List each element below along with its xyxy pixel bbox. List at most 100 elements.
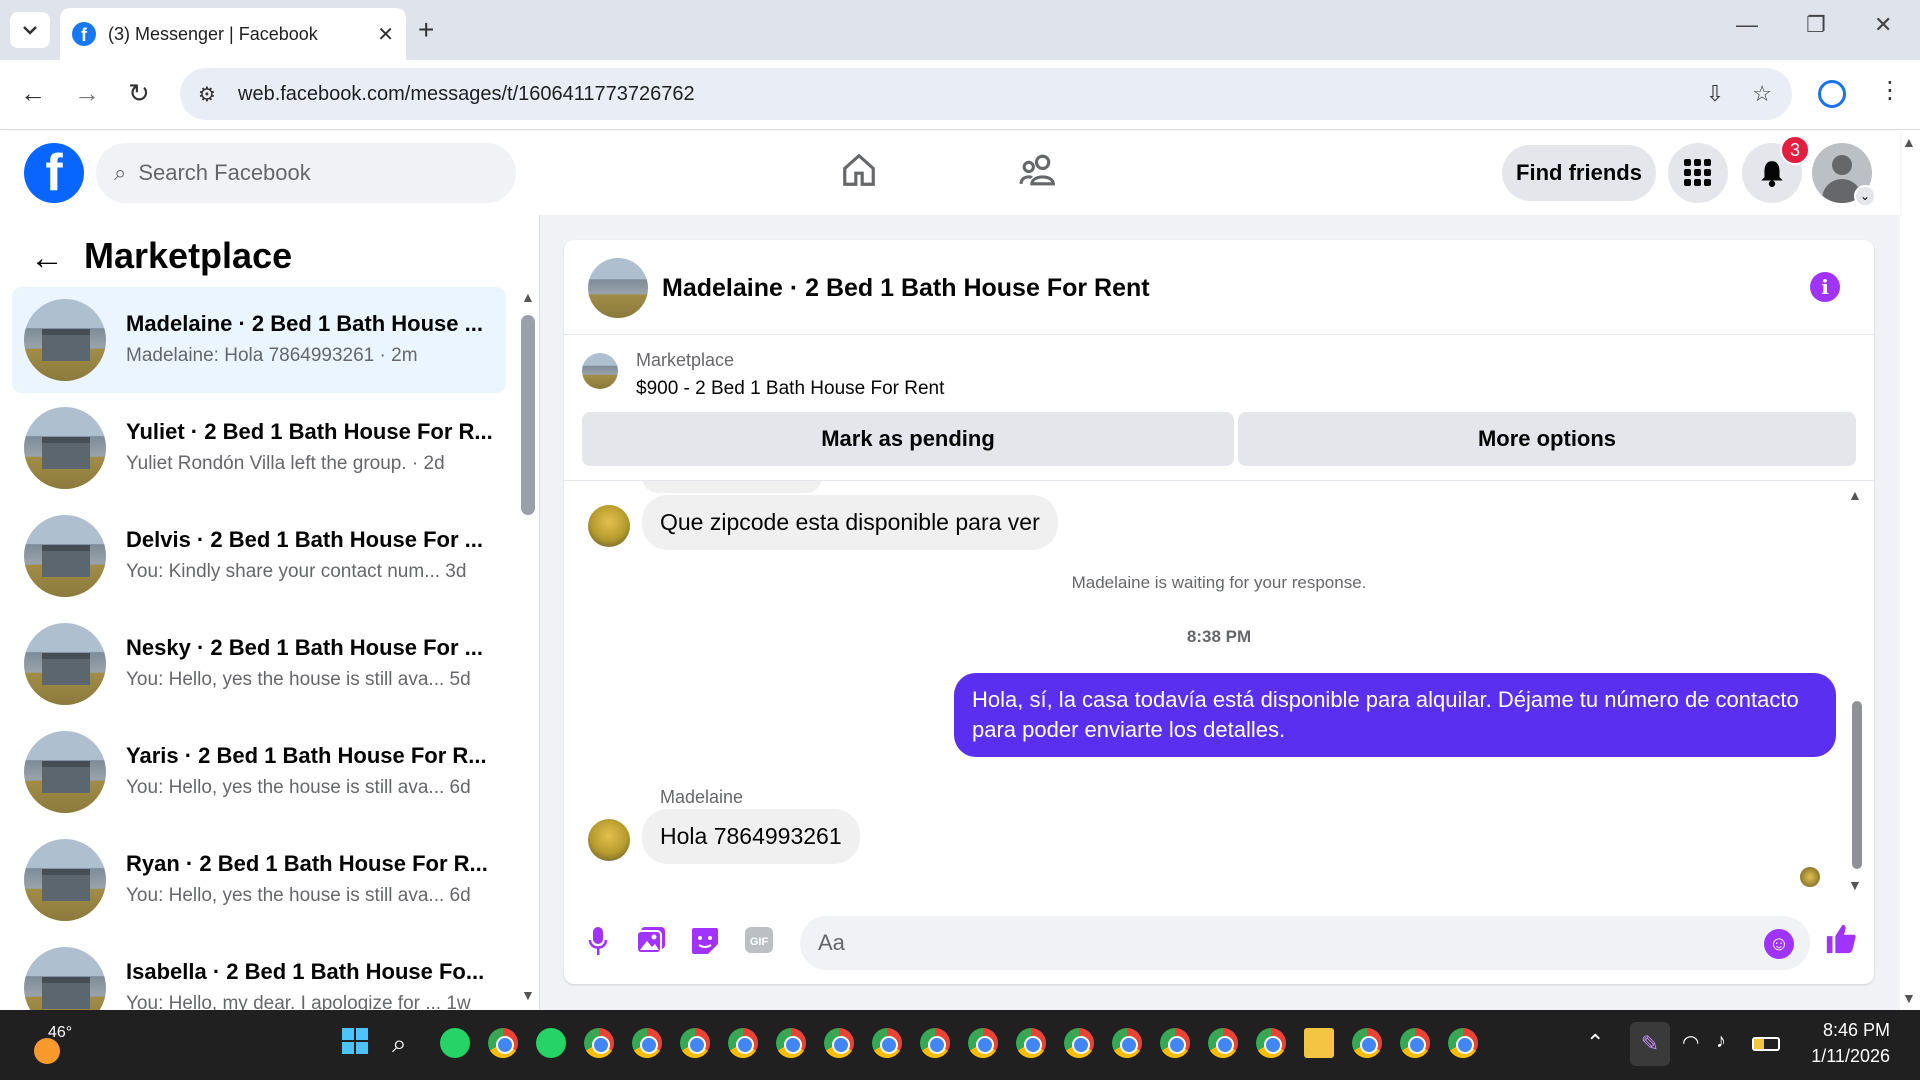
- microphone-icon[interactable]: [588, 926, 608, 963]
- browser-profile-icon[interactable]: [1818, 80, 1846, 108]
- chrome-icon[interactable]: [584, 1028, 614, 1058]
- marketplace-thumbnail[interactable]: [582, 353, 618, 389]
- gif-icon[interactable]: GIF: [744, 926, 774, 961]
- chrome-icon[interactable]: [1400, 1028, 1430, 1058]
- chrome-icon[interactable]: [1208, 1028, 1238, 1058]
- message-input[interactable]: Aa: [800, 916, 1810, 970]
- chrome-icon[interactable]: [968, 1028, 998, 1058]
- volume-icon[interactable]: ♪: [1716, 1030, 1726, 1053]
- browser-menu-icon[interactable]: ⋮: [1878, 76, 1902, 105]
- listing-title[interactable]: $900 - 2 Bed 1 Bath House For Rent: [636, 378, 944, 400]
- conversation-item[interactable]: Delvis · 2 Bed 1 Bath House For ... You:…: [12, 503, 506, 609]
- chrome-icon[interactable]: [728, 1028, 758, 1058]
- start-icon[interactable]: [342, 1028, 372, 1058]
- tray-chevron-icon[interactable]: ⌃: [1586, 1030, 1604, 1056]
- chrome-icon[interactable]: [680, 1028, 710, 1058]
- chevron-down-icon: [23, 26, 37, 35]
- browser-tab-bar: f (3) Messenger | Facebook ✕ + — ❐ ✕: [0, 0, 1920, 60]
- conversation-item[interactable]: Yuliet · 2 Bed 1 Bath House For R... Yul…: [12, 395, 506, 501]
- chrome-icon[interactable]: [1016, 1028, 1046, 1058]
- file-explorer-icon[interactable]: [1304, 1028, 1334, 1058]
- chrome-icon[interactable]: [1448, 1028, 1478, 1058]
- conversation-item[interactable]: Isabella · 2 Bed 1 Bath House Fo... You:…: [12, 935, 506, 1010]
- chat-panel: Madelaine · 2 Bed 1 Bath House For Rent …: [564, 240, 1874, 984]
- scroll-down-icon[interactable]: ▼: [521, 987, 535, 1003]
- conversation-item[interactable]: Ryan · 2 Bed 1 Bath House For R... You: …: [12, 827, 506, 933]
- facebook-header: f ⌕ Search Facebook Find friends 3 ⌄: [0, 131, 1900, 215]
- weather-widget[interactable]: 46°: [28, 1024, 72, 1064]
- browser-tab[interactable]: f (3) Messenger | Facebook ✕: [60, 8, 406, 60]
- info-icon[interactable]: i: [1810, 272, 1840, 302]
- sidebar-scrollbar[interactable]: [521, 315, 535, 515]
- bell-icon: [1761, 161, 1783, 187]
- back-icon[interactable]: ←: [20, 78, 46, 109]
- back-arrow-icon[interactable]: ←: [30, 239, 64, 278]
- install-app-icon[interactable]: ⇩: [1706, 81, 1724, 107]
- scroll-up-icon[interactable]: ▲: [521, 289, 535, 305]
- chrome-icon[interactable]: [1352, 1028, 1382, 1058]
- find-friends-button[interactable]: Find friends: [1502, 145, 1656, 201]
- friends-icon[interactable]: [1018, 151, 1058, 198]
- new-tab-button[interactable]: +: [418, 14, 434, 46]
- whatsapp-icon[interactable]: [440, 1028, 470, 1058]
- facebook-favicon-icon: f: [72, 22, 96, 46]
- emoji-icon[interactable]: ☺: [1764, 929, 1794, 959]
- thumbs-up-icon[interactable]: [1824, 922, 1858, 965]
- chrome-icon[interactable]: [632, 1028, 662, 1058]
- chrome-icon[interactable]: [1112, 1028, 1142, 1058]
- browser-toolbar: ← → ↻ ⚙ web.facebook.com/messages/t/1606…: [0, 60, 1920, 130]
- chrome-icon[interactable]: [824, 1028, 854, 1058]
- pen-icon[interactable]: ✎: [1630, 1022, 1670, 1066]
- chat-scroll-up-icon[interactable]: ▲: [1848, 487, 1862, 503]
- search-input[interactable]: ⌕ Search Facebook: [96, 143, 516, 203]
- reload-icon[interactable]: ↻: [128, 78, 150, 109]
- whatsapp-icon[interactable]: [536, 1028, 566, 1058]
- chat-scroll-down-icon[interactable]: ▼: [1848, 877, 1862, 893]
- chrome-icon[interactable]: [488, 1028, 518, 1058]
- chat-listing-thumbnail[interactable]: [588, 258, 648, 318]
- address-bar[interactable]: ⚙ web.facebook.com/messages/t/1606411773…: [180, 68, 1792, 120]
- contact-avatar[interactable]: [588, 505, 630, 547]
- more-options-button[interactable]: More options: [1238, 412, 1856, 466]
- listing-thumbnail: [24, 407, 106, 489]
- chrome-icon[interactable]: [872, 1028, 902, 1058]
- photo-icon[interactable]: [636, 926, 666, 961]
- chrome-icon[interactable]: [1256, 1028, 1286, 1058]
- chat-title[interactable]: Madelaine · 2 Bed 1 Bath House For Rent: [662, 274, 1150, 303]
- listing-thumbnail: [24, 839, 106, 921]
- chrome-icon[interactable]: [1160, 1028, 1190, 1058]
- conversation-snippet: Madelaine: Hola 7864993261 · 2m: [126, 345, 418, 366]
- account-chevron-icon[interactable]: ⌄: [1854, 185, 1876, 207]
- bookmark-star-icon[interactable]: ☆: [1752, 81, 1772, 107]
- taskbar: 46° ⌕ ⌃ ✎ ◠ ♪ 8:46 PM 1/11/2026: [0, 1010, 1920, 1080]
- page-scroll-down-icon[interactable]: ▼: [1902, 990, 1916, 1006]
- taskbar-search-icon[interactable]: ⌕: [392, 1028, 422, 1058]
- clock-time[interactable]: 8:46 PM: [1790, 1020, 1890, 1041]
- facebook-logo-icon[interactable]: f: [24, 143, 84, 203]
- clock-date[interactable]: 1/11/2026: [1790, 1046, 1890, 1067]
- search-icon: ⌕: [114, 160, 127, 185]
- wifi-icon[interactable]: ◠: [1682, 1030, 1699, 1055]
- minimize-icon[interactable]: —: [1736, 12, 1758, 38]
- site-settings-icon[interactable]: ⚙: [198, 82, 230, 107]
- tab-search-button[interactable]: [10, 12, 50, 48]
- conversation-item[interactable]: Madelaine · 2 Bed 1 Bath House ... Madel…: [12, 287, 506, 393]
- chat-scrollbar[interactable]: [1852, 701, 1862, 869]
- conversation-item[interactable]: Nesky · 2 Bed 1 Bath House For ... You: …: [12, 611, 506, 717]
- chrome-icon[interactable]: [776, 1028, 806, 1058]
- home-icon[interactable]: [840, 151, 878, 198]
- battery-icon[interactable]: [1752, 1037, 1780, 1051]
- mark-as-pending-button[interactable]: Mark as pending: [582, 412, 1234, 466]
- url-text[interactable]: web.facebook.com/messages/t/160641177372…: [238, 83, 695, 106]
- chrome-icon[interactable]: [1064, 1028, 1094, 1058]
- page-scroll-up-icon[interactable]: ▲: [1902, 134, 1916, 150]
- conversation-item[interactable]: Yaris · 2 Bed 1 Bath House For R... You:…: [12, 719, 506, 825]
- chrome-icon[interactable]: [920, 1028, 950, 1058]
- sticker-icon[interactable]: [690, 926, 720, 963]
- close-window-icon[interactable]: ✕: [1874, 12, 1892, 38]
- tab-close-icon[interactable]: ✕: [377, 22, 394, 47]
- menu-grid-button[interactable]: [1668, 143, 1728, 203]
- restore-icon[interactable]: ❐: [1806, 12, 1826, 38]
- forward-icon[interactable]: →: [74, 78, 100, 109]
- contact-avatar[interactable]: [588, 819, 630, 861]
